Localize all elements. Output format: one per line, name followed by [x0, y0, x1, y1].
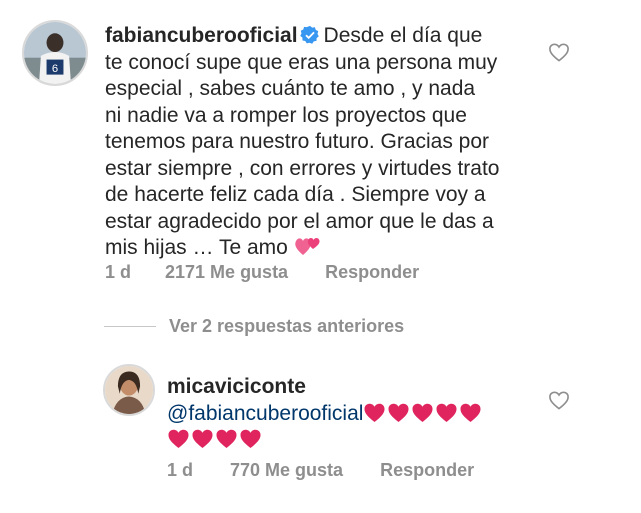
comment-line: estar agradecido por el amor que le das … [105, 209, 494, 233]
comment-meta: 1 d 2171 Me gusta Responder [105, 262, 419, 283]
red-heart-icon [363, 402, 386, 423]
comment-line: de hacerte feliz cada día . Siempre voy … [105, 183, 486, 206]
time: 1 d [105, 262, 132, 282]
red-heart-icon [411, 402, 434, 423]
time: 1 d [167, 460, 194, 480]
red-heart-icon [167, 428, 190, 449]
comment-line: ni nadie va a romper los proyectos que [105, 103, 467, 127]
svg-text:6: 6 [52, 63, 58, 75]
red-heart-icon [387, 402, 410, 423]
username[interactable]: micaviciconte [167, 374, 547, 401]
red-heart-icon [459, 402, 482, 423]
like-heart-icon[interactable] [548, 42, 570, 62]
like-heart-icon[interactable] [548, 390, 570, 410]
comment-fabiancubero: 6 fabiancuberooficial Desde el día que te… [0, 0, 641, 300]
comment-line: Desde el día que [323, 24, 483, 47]
username[interactable]: fabiancuberooficial [105, 24, 298, 47]
hearts-row-1 [363, 402, 483, 425]
comment-text: fabiancuberooficial Desde el día que te c… [105, 23, 535, 262]
red-heart-icon [191, 428, 214, 449]
comment-text: micaviciconte @fabiancuberooficial [167, 374, 547, 454]
red-heart-icon [435, 402, 458, 423]
comment-line: tenemos para nuestro futuro. Gracias por [105, 130, 490, 153]
likes-count[interactable]: 2171 Me gusta [165, 262, 288, 283]
comment-line: especial , sabes cuánto te amo , y nada [105, 77, 476, 100]
reply-button[interactable]: Responder [325, 262, 419, 283]
avatar-micaviciconte[interactable] [103, 364, 155, 416]
replies-divider [104, 326, 156, 327]
hearts-row-2 [167, 427, 547, 454]
two-hearts-icon [294, 235, 322, 257]
comment-line: estar siempre , con errores y virtudes t… [105, 156, 500, 180]
red-heart-icon [215, 428, 238, 449]
comment-line: mis hijas … Te amo [105, 236, 288, 259]
avatar-fabiancubero[interactable]: 6 [22, 20, 88, 86]
mention-link[interactable]: @fabiancuberooficial [167, 402, 363, 425]
reply-button[interactable]: Responder [380, 460, 474, 481]
red-heart-icon [239, 428, 262, 449]
comment-line: te conocí supe que eras una persona muy [105, 50, 498, 74]
view-replies-button[interactable]: Ver 2 respuestas anteriores [169, 316, 404, 337]
comment-meta: 1 d 770 Me gusta Responder [167, 460, 474, 481]
likes-count[interactable]: 770 Me gusta [230, 460, 343, 481]
verified-badge-icon [299, 25, 320, 45]
comment-micaviciconte: micaviciconte @fabiancuberooficial 1 d 7… [0, 360, 641, 510]
